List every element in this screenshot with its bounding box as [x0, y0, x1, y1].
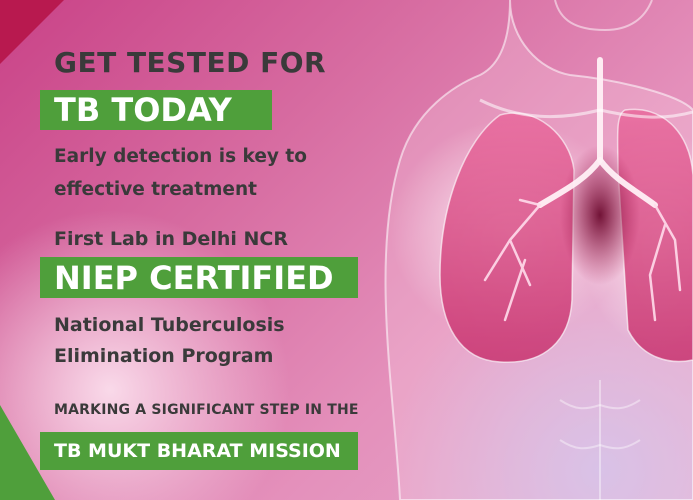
tagline: MARKING A SIGNIFICANT STEP IN THE: [54, 402, 359, 418]
face-outline: [554, 0, 653, 32]
ad-banner: GET TESTED FOR TB TODAY Early detection …: [0, 0, 693, 500]
subheadline: Early detection is key to effective trea…: [54, 146, 307, 200]
mission-banner: TB MUKT BHARAT MISSION: [40, 432, 358, 470]
lungs-illustration: [384, 0, 693, 500]
lab-claim: First Lab in Delhi NCR: [54, 228, 288, 250]
program-name: National Tuberculosis Elimination Progra…: [54, 314, 285, 367]
niep-certified-banner: NIEP CERTIFIED: [40, 257, 358, 298]
tb-today-banner: TB TODAY: [40, 90, 272, 130]
headline: GET TESTED FOR: [54, 46, 327, 79]
